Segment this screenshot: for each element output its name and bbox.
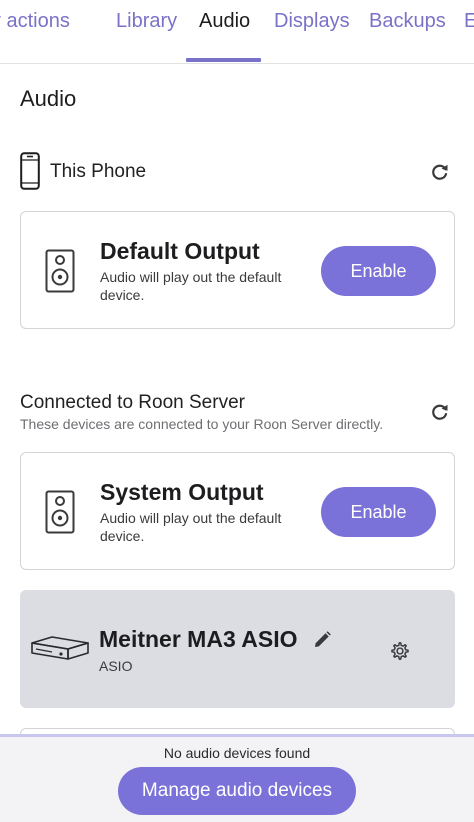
no-devices-status: No audio devices found [163,745,311,761]
system-output-card: System Output Audio will play out the de… [20,452,455,570]
system-output-title: System Output [100,479,264,505]
speaker-icon [45,249,75,293]
default-output-description: Audio will play out the default device. [100,269,282,303]
dac-icon [31,636,89,660]
refresh-icon[interactable] [430,162,450,182]
phone-icon [20,152,40,190]
tab-library[interactable]: Library [116,0,177,63]
enable-system-output-button[interactable]: Enable [321,487,436,537]
tab-audio[interactable]: Audio [199,0,250,63]
meitner-device-title: Meitner MA3 ASIO [99,626,298,652]
system-output-description: Audio will play out the default device. [100,510,282,544]
roon-server-label: Connected to Roon Server [20,392,245,413]
manage-audio-devices-button[interactable]: Manage audio devices [118,767,356,815]
default-output-card: Default Output Audio will play out the d… [20,211,455,329]
meitner-device-subtitle: ASIO [99,658,133,674]
roon-server-sublabel: These devices are connected to your Roon… [20,416,384,432]
default-output-title: Default Output [100,238,260,264]
tab-play-actions[interactable]: Play actions [0,0,70,63]
bottom-panel: No audio devices found Manage audio devi… [0,734,474,822]
pencil-icon[interactable] [312,630,332,650]
enable-default-output-button[interactable]: Enable [321,246,436,296]
active-tab-indicator [186,58,261,62]
tab-bar: Play actions Library Audio Displays Back… [0,0,474,64]
meitner-device-card[interactable]: Meitner MA3 ASIO ASIO [20,590,455,708]
refresh-icon[interactable] [430,402,450,422]
tab-backups[interactable]: Backups [369,0,446,63]
gear-icon[interactable] [389,640,411,662]
this-phone-header: This Phone [20,152,460,192]
tab-displays[interactable]: Displays [274,0,350,63]
speaker-icon [45,490,75,534]
page-title: Audio [20,86,77,111]
this-phone-label: This Phone [50,161,147,182]
tab-e[interactable]: E [464,0,474,63]
roon-server-header: Connected to Roon Server These devices a… [20,392,460,436]
